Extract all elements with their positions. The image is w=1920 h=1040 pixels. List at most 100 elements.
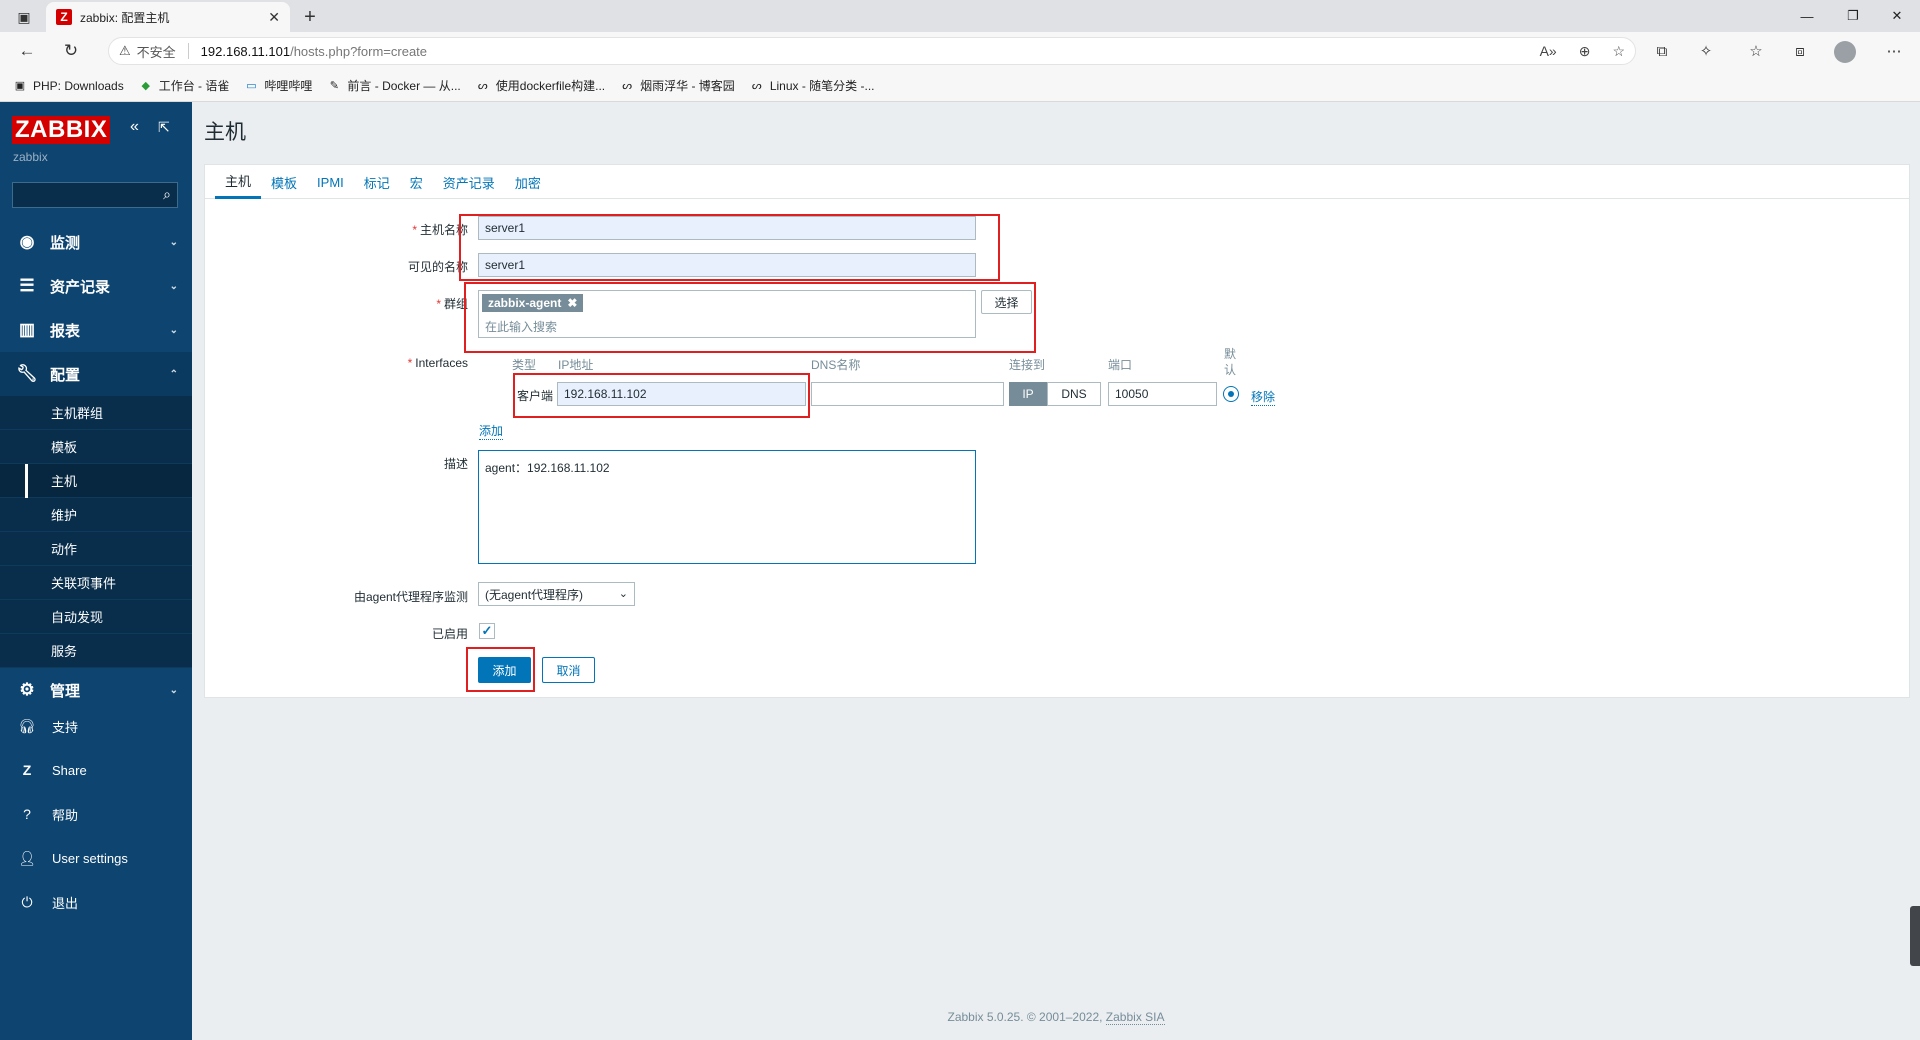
submenu-hosts[interactable]: 主机 bbox=[0, 464, 192, 498]
menu-reports[interactable]: ▥ 报表 ⌄ bbox=[0, 308, 192, 352]
bookmark-item[interactable]: ᔕ Linux - 随笔分类 -... bbox=[749, 77, 875, 94]
browser-tab[interactable]: Z zabbix: 配置主机 ✕ bbox=[46, 2, 290, 32]
reload-icon[interactable]: ↻ bbox=[56, 38, 86, 64]
sidebar-search-input[interactable]: ⌕ bbox=[12, 182, 178, 208]
user-settings-link[interactable]: 👤︎ User settings bbox=[0, 836, 192, 880]
bookmark-item[interactable]: ✎ 前言 - Docker — 从... bbox=[326, 77, 461, 94]
iface-connect-dns-button[interactable]: DNS bbox=[1047, 382, 1101, 406]
more-menu-icon[interactable]: ⋯ bbox=[1882, 40, 1906, 62]
check-icon: ✓ bbox=[481, 623, 493, 638]
address-bar[interactable]: ⚠ 不安全 192.168.11.101/hosts.php?form=crea… bbox=[108, 37, 1636, 65]
host-name-label: * 主机名称 bbox=[412, 223, 468, 237]
submenu-actions[interactable]: 动作 bbox=[0, 532, 192, 566]
new-tab-icon[interactable]: + bbox=[296, 4, 324, 30]
proxy-select[interactable]: (无agent代理程序) ⌄ bbox=[478, 582, 635, 606]
annotation-box-ip bbox=[513, 373, 810, 418]
translate-icon[interactable]: ⧉ bbox=[1650, 40, 1674, 62]
bookmark-item[interactable]: ᔕ 烟雨浮华 - 博客园 bbox=[619, 77, 735, 94]
share-icon: Z bbox=[22, 762, 32, 778]
extensions-icon[interactable]: ✧ bbox=[1694, 40, 1718, 62]
tab-encryption[interactable]: 加密 bbox=[505, 165, 551, 199]
iface-type-header: 类型 bbox=[512, 358, 537, 372]
submenu-event-correlation[interactable]: 关联项事件 bbox=[0, 566, 192, 600]
submenu-host-groups[interactable]: 主机群组 bbox=[0, 396, 192, 430]
collections-icon[interactable]: ⧈ bbox=[1788, 40, 1812, 62]
docker-icon: ✎ bbox=[329, 80, 340, 92]
restore-icon[interactable]: ❐ bbox=[1830, 0, 1876, 32]
bookmark-item[interactable]: ᔕ 使用dockerfile构建... bbox=[475, 77, 605, 94]
sidebar: ZABBIX « ⇱ zabbix ⌕ ◉ 监测 ⌄ ☰ 资产记录 ⌄ ▥ 报表… bbox=[0, 102, 192, 1040]
bookmark-item[interactable]: ◆ 工作台 - 语雀 bbox=[138, 77, 229, 94]
iface-port-input[interactable]: 10050 bbox=[1108, 382, 1217, 406]
annotation-box-groups bbox=[464, 282, 1036, 353]
kiosk-mode-icon[interactable]: ⇱ bbox=[158, 119, 170, 136]
headset-icon: 🎧︎ bbox=[18, 717, 36, 734]
search-icon[interactable]: ⌕ bbox=[163, 186, 171, 203]
tab-macros[interactable]: 宏 bbox=[400, 165, 433, 199]
submenu-discovery[interactable]: 自动发现 bbox=[0, 600, 192, 634]
minimize-icon[interactable]: — bbox=[1784, 0, 1830, 32]
iface-default-radio[interactable] bbox=[1223, 386, 1239, 402]
footer-link[interactable]: Zabbix SIA bbox=[1105, 1010, 1165, 1025]
cog-icon: ⚙ bbox=[19, 680, 35, 699]
tab-tags[interactable]: 标记 bbox=[354, 165, 400, 199]
tab-close-icon[interactable]: ✕ bbox=[268, 9, 280, 26]
tab-title: zabbix: 配置主机 bbox=[80, 10, 170, 25]
support-link[interactable]: 🎧︎ 支持 bbox=[0, 704, 192, 748]
description-textarea[interactable]: agent：192.168.11.102 bbox=[478, 450, 976, 564]
window-close-icon[interactable]: ✕ bbox=[1874, 0, 1920, 32]
url-host: 192.168.11.101 bbox=[200, 43, 291, 59]
tab-host[interactable]: 主机 bbox=[215, 165, 262, 199]
read-aloud-icon[interactable]: A» bbox=[1540, 43, 1557, 60]
iface-connect-ip-button[interactable]: IP bbox=[1009, 382, 1047, 406]
submenu-templates[interactable]: 模板 bbox=[0, 430, 192, 464]
bilibili-icon: ▭ bbox=[246, 80, 257, 92]
favorite-add-icon[interactable]: ☆ bbox=[1612, 43, 1625, 60]
help-link[interactable]: ? 帮助 bbox=[0, 792, 192, 836]
help-icon: ? bbox=[23, 806, 31, 822]
scrollbar-handle[interactable] bbox=[1910, 906, 1920, 966]
collapse-sidebar-icon[interactable]: « bbox=[130, 118, 139, 136]
server-name: zabbix bbox=[13, 150, 48, 164]
menu-monitoring[interactable]: ◉ 监测 ⌄ bbox=[0, 220, 192, 264]
required-marker: * bbox=[436, 297, 441, 311]
tab-inventory[interactable]: 资产记录 bbox=[433, 165, 505, 199]
chevron-down-icon: ⌄ bbox=[169, 280, 178, 292]
enabled-checkbox[interactable]: ✓ bbox=[479, 623, 495, 639]
chevron-down-icon: ⌄ bbox=[618, 588, 628, 600]
chevron-down-icon: ⌄ bbox=[169, 236, 178, 248]
cancel-button[interactable]: 取消 bbox=[542, 657, 595, 683]
bookmark-item[interactable]: ▭ 哔哩哔哩 bbox=[243, 77, 312, 94]
annotation-box-names bbox=[459, 214, 1000, 281]
groups-label: * 群组 bbox=[436, 297, 468, 311]
zabbix-logo[interactable]: ZABBIX bbox=[12, 116, 111, 144]
back-icon[interactable]: ← bbox=[12, 38, 42, 64]
favorites-icon[interactable]: ☆ bbox=[1744, 40, 1768, 62]
iface-remove-link[interactable]: 移除 bbox=[1251, 388, 1276, 406]
url-path: /hosts.php?form=create bbox=[290, 43, 428, 59]
page-title: 主机 bbox=[204, 121, 246, 144]
iface-ip-header: IP地址 bbox=[558, 358, 594, 372]
menu-configuration[interactable]: 🔧︎ 配置 ⌃ bbox=[0, 352, 192, 396]
form-tabs: 主机 模板 IPMI 标记 宏 资产记录 加密 bbox=[205, 165, 1909, 199]
tab-templates[interactable]: 模板 bbox=[261, 165, 307, 199]
profile-avatar[interactable] bbox=[1834, 41, 1856, 63]
submenu-services[interactable]: 服务 bbox=[0, 634, 192, 668]
tab-actions-icon[interactable]: ▣ bbox=[10, 6, 38, 28]
bookmarks-bar: ▣ PHP: Downloads ◆ 工作台 - 语雀 ▭ 哔哩哔哩 ✎ 前言 - Do… bbox=[0, 70, 1920, 102]
sign-out-link[interactable]: ⏻ 退出 bbox=[0, 880, 192, 924]
add-interface-link[interactable]: 添加 bbox=[479, 422, 504, 440]
zoom-icon[interactable]: ⊕ bbox=[1579, 43, 1591, 60]
iface-dns-input[interactable] bbox=[811, 382, 1004, 406]
iface-port-header: 端口 bbox=[1108, 358, 1133, 372]
zabbix-favicon-icon: Z bbox=[56, 9, 72, 25]
share-link[interactable]: Z Share bbox=[0, 748, 192, 792]
bookmark-item[interactable]: ▣ PHP: Downloads bbox=[12, 79, 124, 93]
tab-ipmi[interactable]: IPMI bbox=[307, 165, 354, 199]
proxy-label: 由agent代理程序监测 bbox=[353, 590, 468, 604]
eye-icon: ◉ bbox=[19, 232, 35, 251]
menu-inventory[interactable]: ☰ 资产记录 ⌄ bbox=[0, 264, 192, 308]
required-marker: * bbox=[407, 356, 413, 370]
submenu-maintenance[interactable]: 维护 bbox=[0, 498, 192, 532]
wrench-icon: 🔧︎ bbox=[16, 364, 38, 383]
